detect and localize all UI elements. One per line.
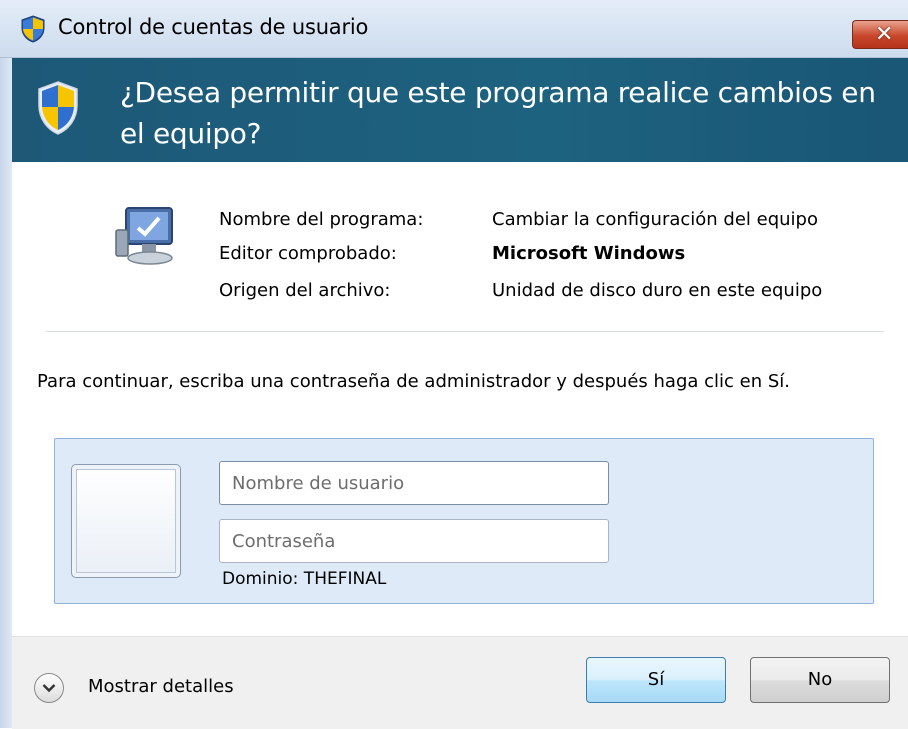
close-icon: ✕ bbox=[875, 22, 894, 47]
file-origin-label: Origen del archivo: bbox=[219, 280, 391, 301]
divider bbox=[46, 331, 884, 332]
window-title: Control de cuentas de usuario bbox=[58, 15, 369, 39]
chevron-down-icon[interactable] bbox=[34, 673, 64, 703]
file-origin-value: Unidad de disco duro en este equipo bbox=[492, 280, 823, 301]
user-tile bbox=[71, 464, 181, 578]
window-frame-edge bbox=[0, 58, 12, 728]
publisher-label: Editor comprobado: bbox=[219, 243, 397, 264]
uac-dialog: Control de cuentas de usuario ✕ ¿Desea p… bbox=[0, 0, 908, 729]
program-name-label: Nombre del programa: bbox=[219, 209, 424, 230]
publisher-value: Microsoft Windows bbox=[492, 243, 686, 264]
credential-panel: Dominio: THEFINAL bbox=[54, 438, 874, 604]
close-button[interactable]: ✕ bbox=[852, 20, 908, 49]
domain-label: Dominio: THEFINAL bbox=[222, 569, 387, 589]
no-button[interactable]: No bbox=[750, 657, 890, 703]
instruction-text: Para continuar, escriba una contraseña d… bbox=[37, 371, 791, 392]
title-bar[interactable]: Control de cuentas de usuario ✕ bbox=[0, 0, 908, 58]
yes-button[interactable]: Sí bbox=[586, 657, 726, 703]
uac-shield-icon bbox=[38, 81, 78, 135]
program-name-value: Cambiar la configuración del equipo bbox=[492, 209, 818, 230]
username-input[interactable] bbox=[219, 461, 609, 505]
uac-question: ¿Desea permitir que este programa realic… bbox=[120, 76, 876, 150]
header-banner: ¿Desea permitir que este programa realic… bbox=[12, 58, 908, 162]
footer: Mostrar detalles Sí No bbox=[12, 636, 908, 729]
password-input[interactable] bbox=[219, 519, 609, 563]
show-details-label[interactable]: Mostrar detalles bbox=[88, 676, 234, 697]
monitor-settings-icon bbox=[115, 207, 173, 265]
uac-shield-icon bbox=[21, 15, 45, 43]
